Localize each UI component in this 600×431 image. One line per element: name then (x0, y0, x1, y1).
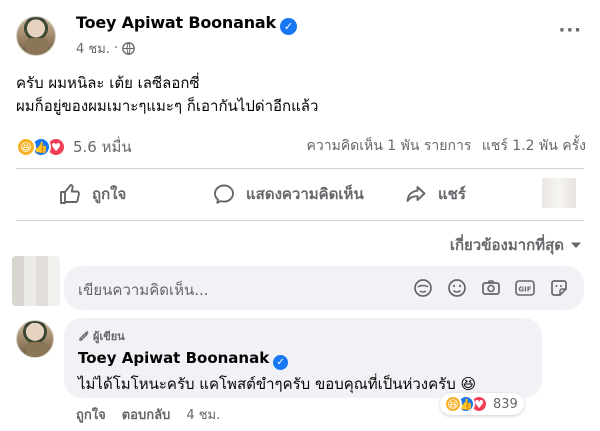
emoji-icon[interactable] (446, 277, 468, 299)
comment-author-row: Toey Apiwat Boonanak ✓ (78, 348, 289, 370)
post-timestamp[interactable]: 4 ชม. (76, 38, 110, 59)
comment-bubble-icon (214, 184, 234, 204)
comment-button[interactable]: แสดงความคิดเห็น (212, 182, 364, 206)
avatar-sticker-icon[interactable] (412, 277, 434, 299)
composer-tools: GIF (412, 277, 570, 299)
comment-author-name[interactable]: Toey Apiwat Boonanak (78, 349, 269, 367)
author-badge: ผู้เขียน (78, 327, 125, 345)
like-button[interactable]: ถูกใจ (58, 182, 126, 206)
share-arrow-icon (406, 186, 426, 202)
comment-text: ไม่ได้โมโหนะครับ แคโพสต์ขำๆครับ ขอบคุณที… (78, 375, 477, 393)
post-more-button[interactable]: ··· (558, 20, 582, 41)
comment-bubble: ผู้เขียน Toey Apiwat Boonanak ✓ ไม่ได้โมโ… (64, 318, 542, 398)
author-avatar[interactable] (16, 16, 56, 56)
laugh-reaction-icon: 😆 (444, 395, 462, 413)
comment-timestamp[interactable]: 4 ชม. (186, 404, 220, 425)
comment-input-placeholder: เขียนความคิดเห็น... (78, 281, 209, 299)
comment-actions: ถูกใจ ตอบกลับ 4 ชม. (76, 404, 220, 425)
share-button[interactable]: แชร์ (404, 182, 466, 206)
public-globe-icon (122, 42, 135, 55)
post-text-line: ผมก็อยู่ของผมเมาะๆแมะๆ ก็เอากันไปด่าอีกแ… (16, 97, 319, 115)
sort-label: เกี่ยวข้องมากที่สุด (449, 236, 564, 254)
comment-sort-dropdown[interactable]: เกี่ยวข้องมากที่สุด (450, 233, 582, 257)
divider (16, 220, 584, 221)
engagement-summary: ความคิดเห็น 1 พัน รายการ แชร์ 1.2 พัน คร… (307, 135, 587, 157)
comment-reactions[interactable]: 😆 👍 ♥ 839 (440, 393, 524, 415)
post-text-line: ครับ ผมหนิละ เต้ย เลซีลอกซี่ (16, 74, 200, 92)
reaction-summary[interactable]: 😆 👍 ♥ 5.6 หมื่น (16, 135, 132, 159)
comment-input[interactable]: เขียนความคิดเห็น... GIF (64, 266, 584, 310)
post-body: ครับ ผมหนิละ เต้ย เลซีลอกซี่ ผมก็อยู่ของ… (16, 72, 586, 118)
author-badge-label: ผู้เขียน (93, 330, 125, 343)
comment-reaction-count: 839 (493, 396, 518, 412)
caret-down-icon (571, 242, 581, 248)
shares-count-link[interactable]: แชร์ 1.2 พัน ครั้ง (482, 138, 586, 154)
composer-avatar (12, 256, 60, 306)
comment-like-link[interactable]: ถูกใจ (76, 404, 106, 425)
thumbs-up-icon (60, 184, 80, 204)
post-meta: 4 ชม. · (76, 38, 135, 59)
share-label: แชร์ (438, 185, 466, 203)
laugh-reaction-icon: 😆 (16, 137, 36, 157)
like-label: ถูกใจ (92, 185, 127, 203)
meta-separator: · (113, 41, 119, 56)
post-author-name[interactable]: Toey Apiwat Boonanak (76, 13, 276, 32)
gif-icon[interactable]: GIF (514, 277, 536, 299)
verified-badge-icon: ✓ (279, 18, 297, 35)
page-switcher-avatar[interactable] (542, 178, 576, 208)
verified-badge-icon: ✓ (273, 355, 289, 370)
svg-text:GIF: GIF (518, 286, 531, 294)
post-author-row: Toey Apiwat Boonanak ✓ (76, 13, 297, 35)
divider (16, 168, 584, 169)
pencil-icon (79, 330, 89, 341)
camera-icon[interactable] (480, 277, 502, 299)
comment-label: แสดงความคิดเห็น (246, 185, 364, 203)
sticker-icon[interactable] (548, 277, 570, 299)
comment-reply-link[interactable]: ตอบกลับ (122, 404, 171, 425)
comments-count-link[interactable]: ความคิดเห็น 1 พัน รายการ (307, 138, 472, 154)
comment-author-avatar[interactable] (16, 320, 54, 358)
reaction-count[interactable]: 5.6 หมื่น (73, 135, 132, 159)
